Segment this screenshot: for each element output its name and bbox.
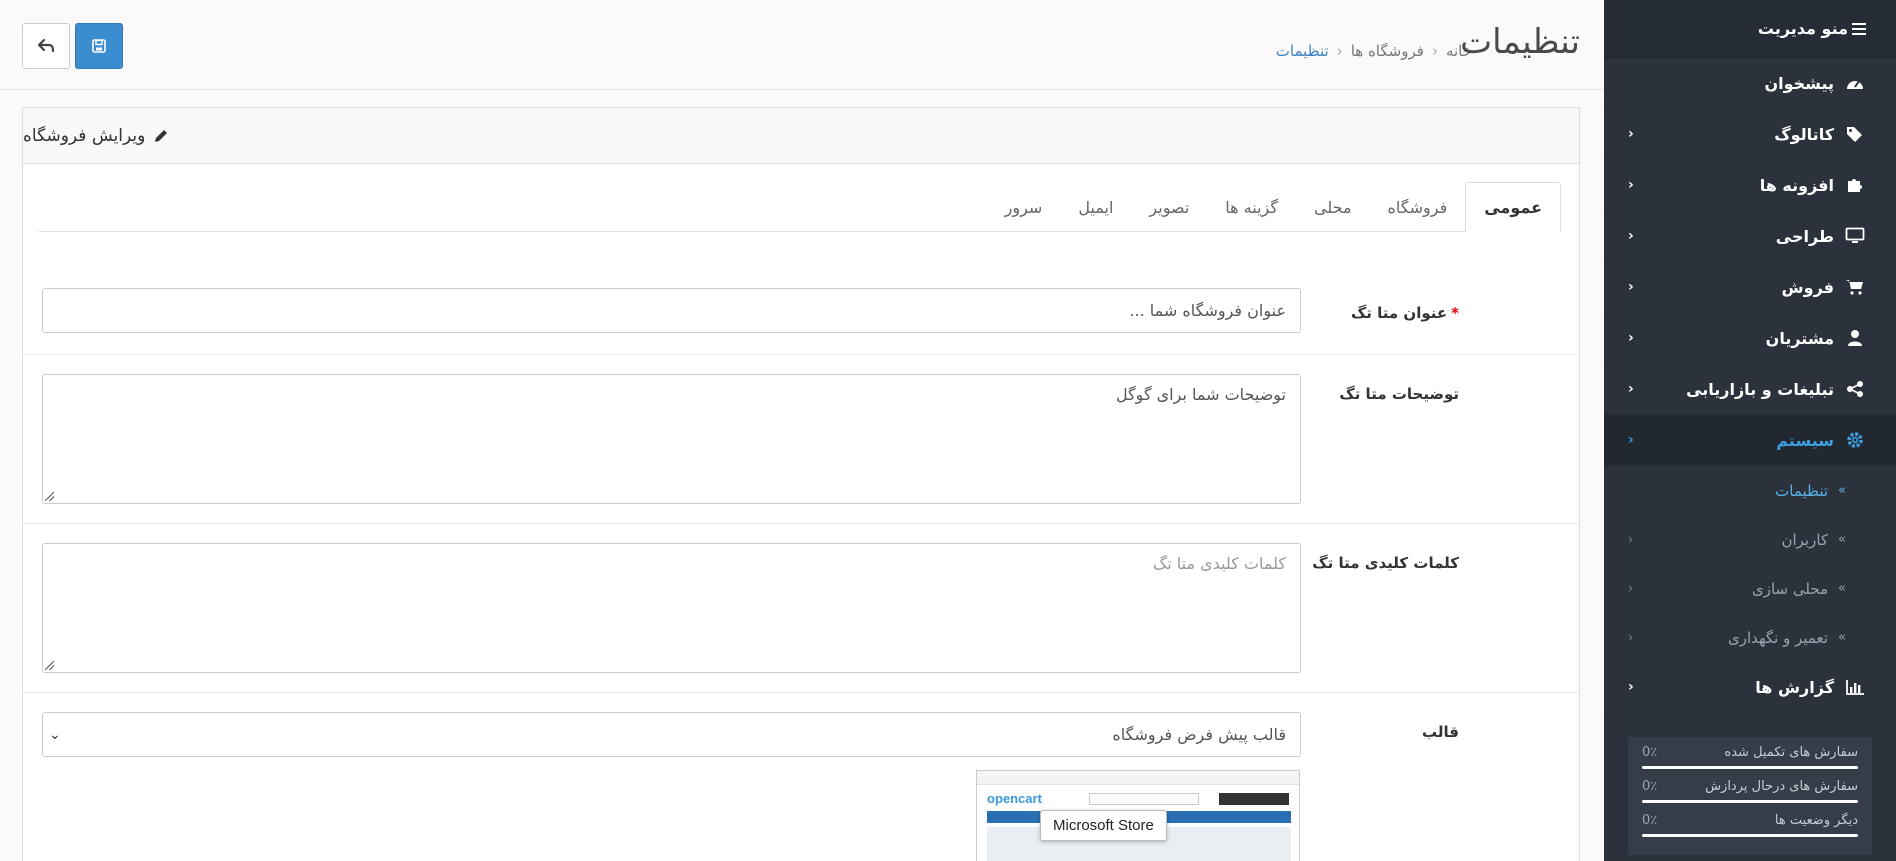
panel-heading: ویرایش فروشگاه	[23, 108, 1579, 164]
chevron-left-icon: ‹	[1628, 228, 1634, 244]
settings-tabs: عمومی فروشگاه محلی گزینه ها تصویر ایمیل …	[39, 182, 1561, 233]
meta-title-input[interactable]: عنوان فروشگاه شما ...	[42, 288, 1301, 333]
pencil-icon	[155, 129, 168, 142]
page-header: خانه ‹ فروشگاه ها ‹ تنظیمات تنظیمات	[0, 0, 1604, 90]
double-chevron-icon: »	[1838, 581, 1846, 596]
required-marker: *	[1451, 304, 1459, 322]
share-icon	[1844, 378, 1866, 400]
tab-local[interactable]: محلی	[1296, 182, 1370, 232]
panel-title: ویرایش فروشگاه	[23, 125, 146, 146]
sidebar-header[interactable]: منو مدیریت	[1604, 0, 1896, 58]
sidebar-item-catalog[interactable]: کاتالوگ ‹	[1604, 109, 1896, 160]
sidebar-item-reports[interactable]: گزارش ها ‹	[1604, 662, 1896, 713]
admin-sidebar: منو مدیریت پیشخوان کاتالوگ ‹ افزونه ها ‹…	[1604, 0, 1896, 861]
form-row-meta-description: توضیحات متا تگ توضیحات شما برای گوگل	[23, 354, 1579, 523]
meta-keywords-textarea[interactable]: کلمات کلیدی متا تگ	[42, 543, 1301, 673]
theme-select[interactable]: قالب پیش فرض فروشگاه ⌄	[42, 712, 1301, 757]
user-icon	[1844, 327, 1866, 349]
gear-icon	[1844, 429, 1866, 451]
meta-keywords-label: کلمات کلیدی متا تگ	[1312, 554, 1459, 572]
tab-mail[interactable]: ایمیل	[1060, 182, 1131, 232]
tab-image[interactable]: تصویر	[1131, 182, 1207, 232]
chevron-left-icon: ‹	[1628, 679, 1634, 695]
resize-grip-icon[interactable]	[45, 661, 54, 670]
chevron-left-icon: ‹	[1628, 581, 1634, 596]
chevron-down-icon: ‹	[1628, 432, 1634, 448]
tags-icon	[1844, 123, 1866, 145]
progress-bar	[1642, 834, 1858, 837]
sidebar-item-customers[interactable]: مشتریان ‹	[1604, 313, 1896, 364]
dashboard-icon	[1844, 72, 1866, 94]
save-button[interactable]	[75, 23, 123, 69]
sidebar-title: منو مدیریت	[1757, 19, 1848, 38]
meta-description-label: توضیحات متا تگ	[1339, 385, 1459, 403]
bar-chart-icon	[1844, 676, 1866, 698]
breadcrumb-separator: ‹	[1431, 42, 1438, 60]
reply-icon	[37, 38, 55, 53]
breadcrumb-settings[interactable]: تنظیمات	[1276, 42, 1329, 60]
sidebar-item-extensions[interactable]: افزونه ها ‹	[1604, 160, 1896, 211]
progress-bar	[1642, 766, 1858, 769]
opencart-logo: opencart	[987, 791, 1042, 806]
sidebar-item-marketing[interactable]: تبلیغات و بازاریابی ‹	[1604, 364, 1896, 415]
puzzle-icon	[1844, 174, 1866, 196]
stat-processing-orders: سفارش های درحال پردازش 0٪	[1642, 779, 1858, 803]
edit-store-panel: ویرایش فروشگاه عمومی فروشگاه محلی گزینه …	[22, 107, 1580, 861]
back-button[interactable]	[22, 23, 70, 69]
tab-server[interactable]: سرور	[987, 182, 1061, 232]
desktop-icon	[1844, 225, 1866, 247]
main-content: خانه ‹ فروشگاه ها ‹ تنظیمات تنظیمات ویرا…	[0, 0, 1604, 861]
chevron-left-icon: ‹	[1628, 126, 1634, 142]
hamburger-icon	[1852, 22, 1866, 35]
progress-bar	[1642, 800, 1858, 803]
chevron-left-icon: ‹	[1628, 532, 1634, 547]
sidebar-item-system[interactable]: سیستم ‹	[1604, 415, 1896, 466]
double-chevron-icon: »	[1838, 532, 1846, 547]
double-chevron-icon: »	[1838, 630, 1846, 645]
form-row-theme: قالب قالب پیش فرض فروشگاه ⌄	[23, 692, 1579, 792]
tab-general[interactable]: عمومی	[1465, 182, 1561, 233]
meta-description-textarea[interactable]: توضیحات شما برای گوگل	[42, 374, 1301, 504]
order-stats: سفارش های تکمیل شده 0٪ سفارش های درحال پ…	[1628, 737, 1872, 855]
sidebar-subitem-settings[interactable]: » تنظیمات	[1604, 466, 1896, 515]
sidebar-subitem-localisation[interactable]: » محلی سازی ‹	[1604, 564, 1896, 613]
chevron-left-icon: ‹	[1628, 381, 1634, 397]
chevron-left-icon: ‹	[1628, 279, 1634, 295]
chevron-left-icon: ‹	[1628, 630, 1634, 645]
double-chevron-icon: »	[1838, 483, 1846, 498]
sidebar-item-dashboard[interactable]: پیشخوان	[1604, 58, 1896, 109]
sidebar-item-design[interactable]: طراحی ‹	[1604, 211, 1896, 262]
chevron-down-icon: ⌄	[49, 726, 61, 743]
floppy-disk-icon	[92, 39, 106, 53]
chevron-left-icon: ‹	[1628, 177, 1634, 193]
tab-option[interactable]: گزینه ها	[1207, 182, 1296, 232]
breadcrumb-stores[interactable]: فروشگاه ها	[1351, 42, 1424, 60]
page-title: تنظیمات	[1460, 22, 1580, 62]
stat-complete-orders: سفارش های تکمیل شده 0٪	[1642, 745, 1858, 769]
cart-icon	[1844, 276, 1866, 298]
resize-grip-icon[interactable]	[45, 492, 54, 501]
sidebar-subitem-maintenance[interactable]: » تعمیر و نگهداری ‹	[1604, 613, 1896, 662]
breadcrumb: خانه ‹ فروشگاه ها ‹ تنظیمات	[1276, 42, 1472, 60]
sidebar-item-sales[interactable]: فروش ‹	[1604, 262, 1896, 313]
tooltip: Microsoft Store	[1040, 810, 1167, 841]
sidebar-subitem-users[interactable]: » کاربران ‹	[1604, 515, 1896, 564]
form-row-meta-title: *عنوان متا تگ عنوان فروشگاه شما ...	[23, 276, 1579, 354]
form-row-meta-keywords: کلمات کلیدی متا تگ کلمات کلیدی متا تگ	[23, 523, 1579, 692]
breadcrumb-separator: ‹	[1336, 42, 1343, 60]
tab-store[interactable]: فروشگاه	[1370, 182, 1466, 232]
chevron-left-icon: ‹	[1628, 330, 1634, 346]
theme-label: قالب	[1422, 723, 1459, 741]
stat-other-statuses: دیگر وضعیت ها 0٪	[1642, 813, 1858, 837]
meta-title-label: *عنوان متا تگ	[1350, 304, 1459, 322]
